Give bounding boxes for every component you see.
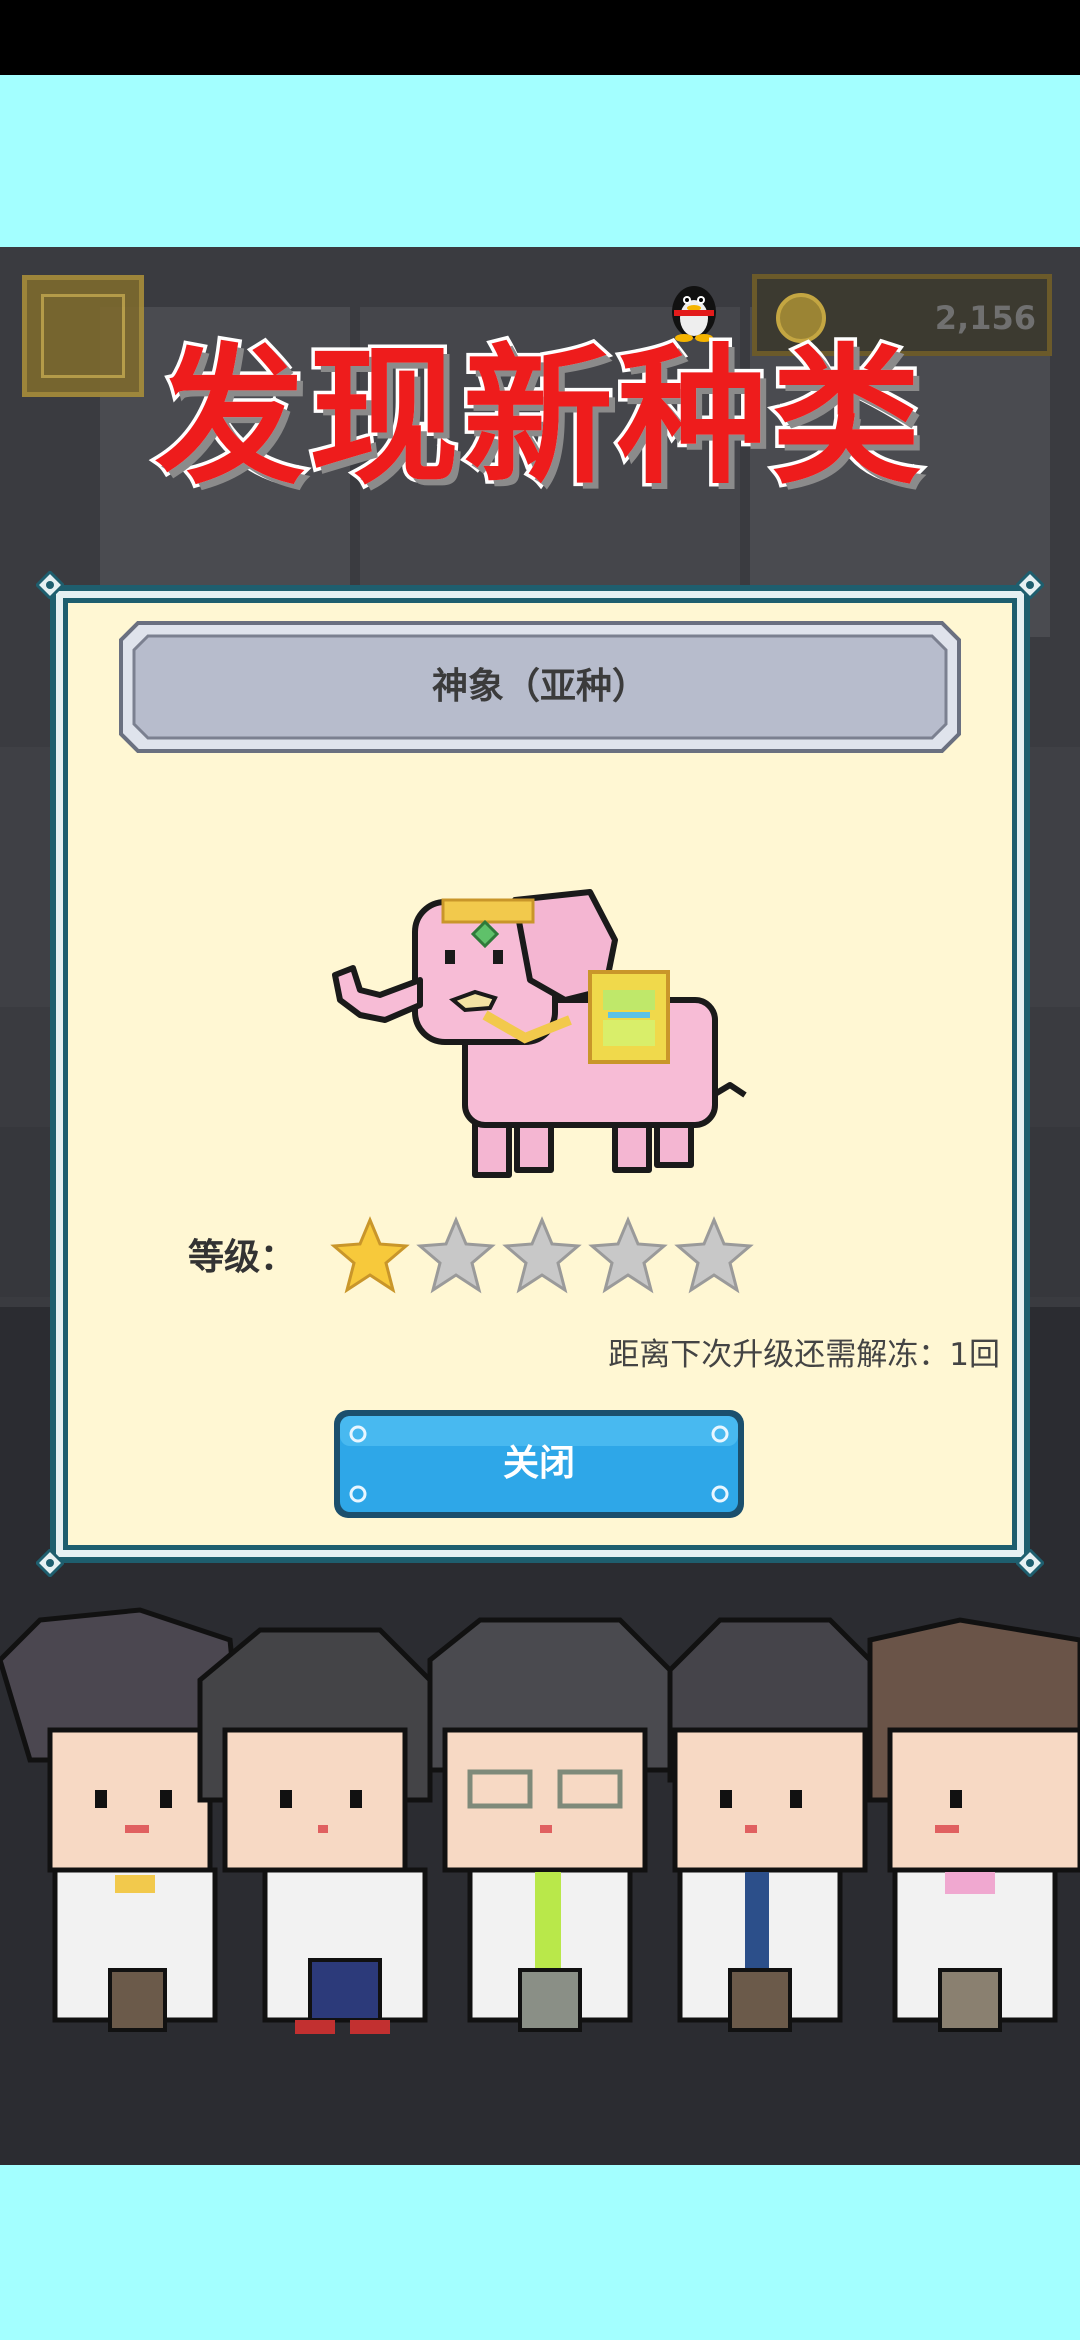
corner-ornament-icon [36, 571, 64, 599]
letterbox-top [0, 75, 1080, 247]
star-filled-icon [330, 1216, 410, 1294]
corner-ornament-icon [1016, 571, 1044, 599]
star-empty-icon [416, 1216, 496, 1294]
star-empty-icon [502, 1216, 582, 1294]
star-empty-icon [588, 1216, 668, 1294]
star-empty-icon [674, 1216, 754, 1294]
scientists-group [0, 1607, 1080, 2034]
corner-ornament-icon [36, 1549, 64, 1577]
scientist-4 [667, 1617, 883, 2032]
scientist-3 [427, 1617, 673, 2032]
upgrade-hint: 距离下次升级还需解冻：1回 [608, 1337, 1000, 1373]
letterbox-bottom [0, 2165, 1080, 2340]
status-bar [0, 0, 1080, 75]
pink-elephant-sprite [332, 889, 747, 1178]
scientist-2 [197, 1627, 433, 2034]
scientist-1 [0, 1607, 243, 2032]
level-label: 等级： [188, 1237, 297, 1278]
corner-ornament-icon [1016, 1549, 1044, 1577]
close-button[interactable] [332, 1408, 746, 1520]
species-name: 神象（亚种） [431, 666, 648, 707]
scientist-5 [867, 1617, 1080, 2032]
discovery-banner-title: 发现新种类 [151, 328, 925, 509]
